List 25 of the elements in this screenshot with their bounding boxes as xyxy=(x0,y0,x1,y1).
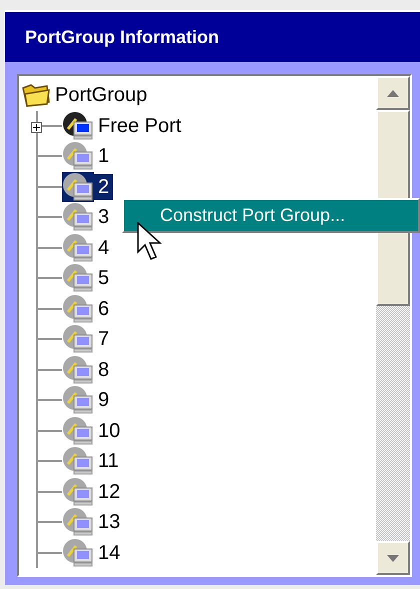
tree-item[interactable]: 8 xyxy=(94,356,114,383)
folder-icon xyxy=(21,82,51,108)
tree-item[interactable]: 10 xyxy=(94,418,124,444)
panel-title: PortGroup Information xyxy=(25,26,219,48)
tree-item[interactable]: 13 xyxy=(94,509,124,536)
expand-icon[interactable] xyxy=(31,122,42,132)
scroll-down-button[interactable] xyxy=(376,541,410,575)
tree-item[interactable]: PortGroup xyxy=(51,82,152,108)
up-arrow-icon xyxy=(387,90,399,96)
tree-item[interactable]: 12 xyxy=(94,478,124,505)
tree-item[interactable]: 4 xyxy=(94,234,114,261)
tree-item[interactable]: 11 xyxy=(94,448,123,474)
tree-item[interactable]: 3 xyxy=(94,204,114,230)
scroll-up-button[interactable] xyxy=(376,76,410,110)
tree-item[interactable]: 1 xyxy=(94,143,114,170)
tree-item[interactable]: 9 xyxy=(94,387,114,414)
menu-item[interactable]: Construct Port Group... xyxy=(124,203,418,228)
tree-item[interactable]: Free Port xyxy=(94,112,186,139)
tree-item[interactable]: 6 xyxy=(94,296,114,322)
tree-item[interactable]: 2 xyxy=(94,174,114,200)
scrollbar[interactable] xyxy=(376,76,410,575)
tree-item[interactable]: 14 xyxy=(94,540,124,566)
tree-item[interactable]: 7 xyxy=(94,326,114,352)
tree-item[interactable]: 5 xyxy=(94,265,114,292)
down-arrow-icon xyxy=(387,554,399,562)
